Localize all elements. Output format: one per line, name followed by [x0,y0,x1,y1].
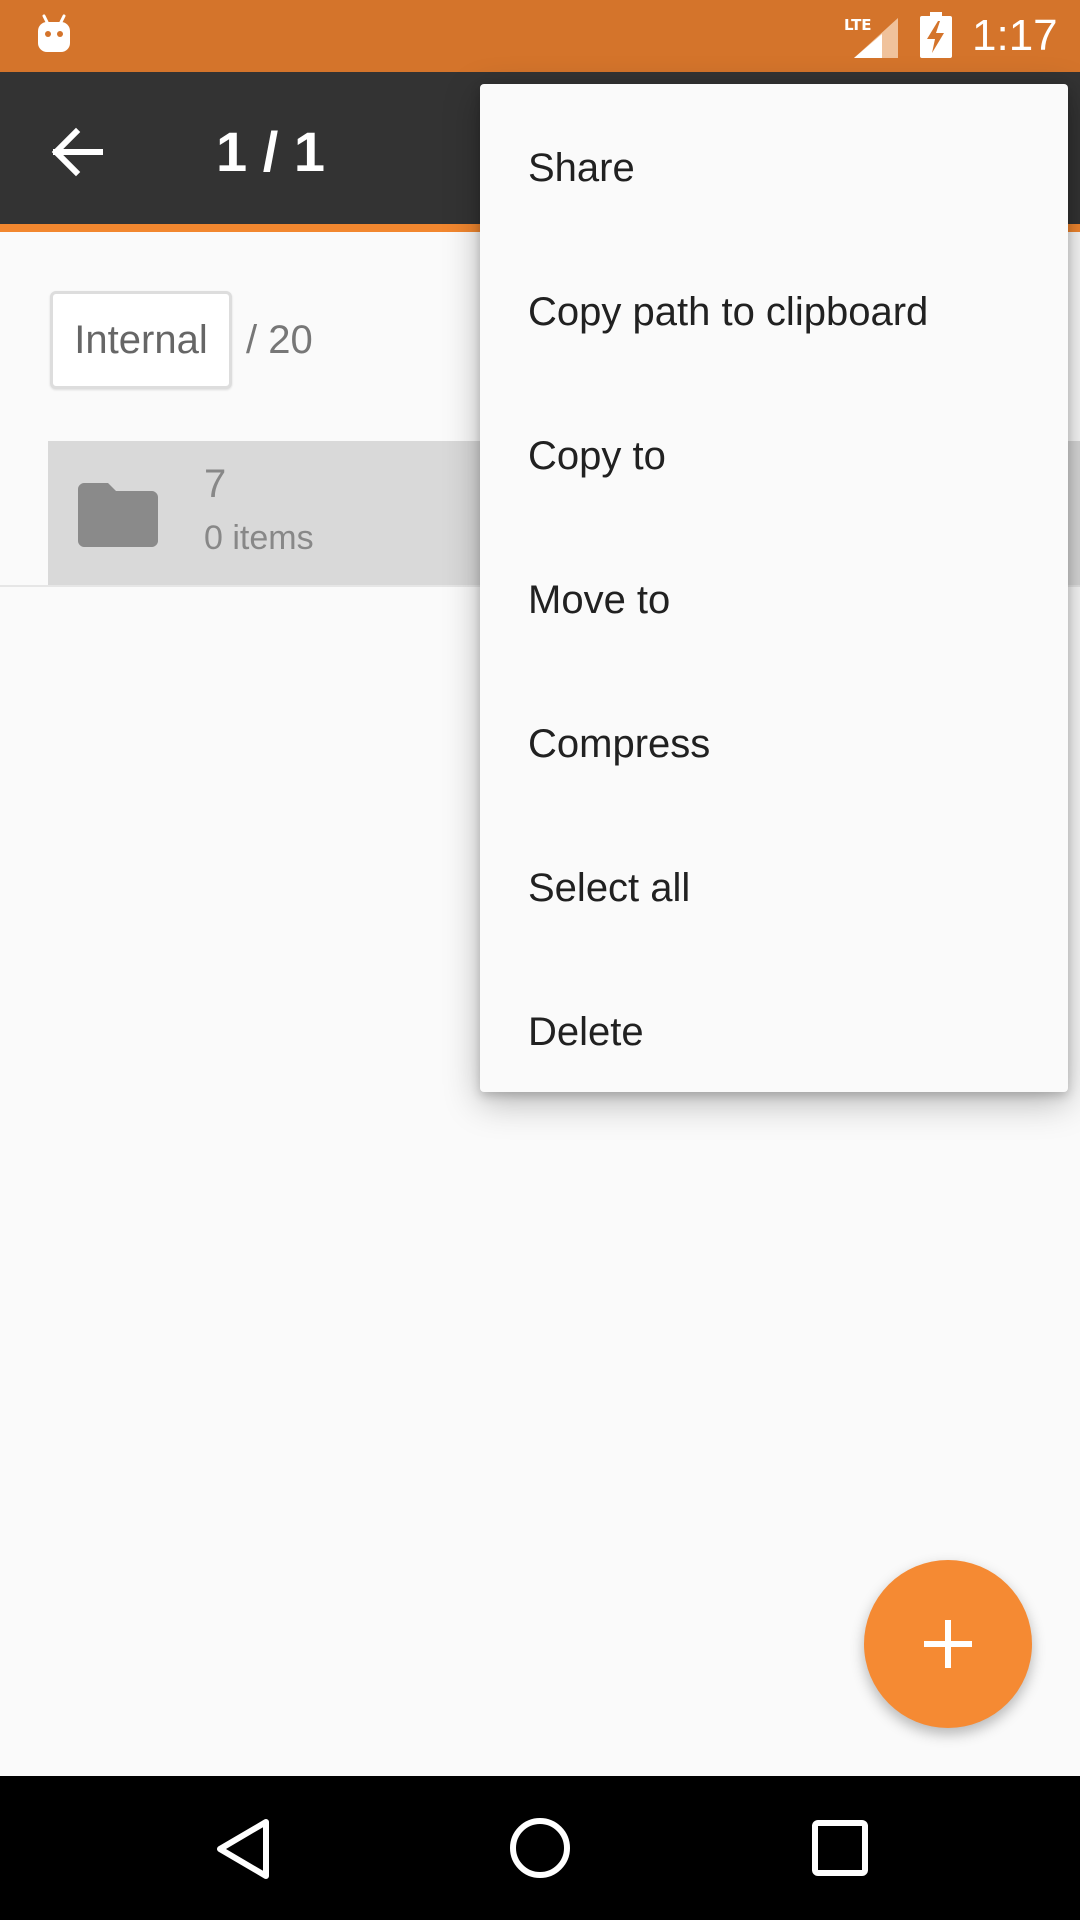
menu-item-delete[interactable]: Delete [480,960,1068,1104]
status-bar: LTE 1:17 [0,0,1080,72]
status-time: 1:17 [972,11,1058,60]
menu-item-compress[interactable]: Compress [480,672,1068,816]
breadcrumb-path[interactable]: / 20 [246,291,313,389]
overflow-menu: Share Copy path to clipboard Copy to Mov… [480,84,1068,1092]
nav-recents-icon[interactable] [810,1818,870,1878]
menu-item-copy-to[interactable]: Copy to [480,384,1068,528]
menu-item-move-to[interactable]: Move to [480,528,1068,672]
nav-home-icon[interactable] [508,1816,572,1880]
lte-signal-icon: LTE [844,16,898,58]
file-name: 7 [204,462,227,506]
nav-back-icon[interactable] [210,1816,276,1882]
add-fab-button[interactable] [864,1560,1032,1728]
file-meta: 0 items [204,519,314,557]
navigation-bar [0,1776,1080,1920]
menu-item-share[interactable]: Share [480,96,1068,240]
svg-text:LTE: LTE [844,16,872,34]
breadcrumb-root-button[interactable]: Internal [50,291,232,389]
menu-item-copy-path[interactable]: Copy path to clipboard [480,240,1068,384]
android-notification-icon [38,14,70,52]
screen: LTE 1:17 1 / 1 Internal / 20 7 0 items S… [0,0,1080,1920]
menu-item-select-all[interactable]: Select all [480,816,1068,960]
arrow-back-icon[interactable] [40,120,116,184]
battery-charging-icon [920,12,952,58]
selection-count: 1 / 1 [216,120,325,183]
folder-icon [78,483,158,547]
plus-icon [924,1620,972,1668]
